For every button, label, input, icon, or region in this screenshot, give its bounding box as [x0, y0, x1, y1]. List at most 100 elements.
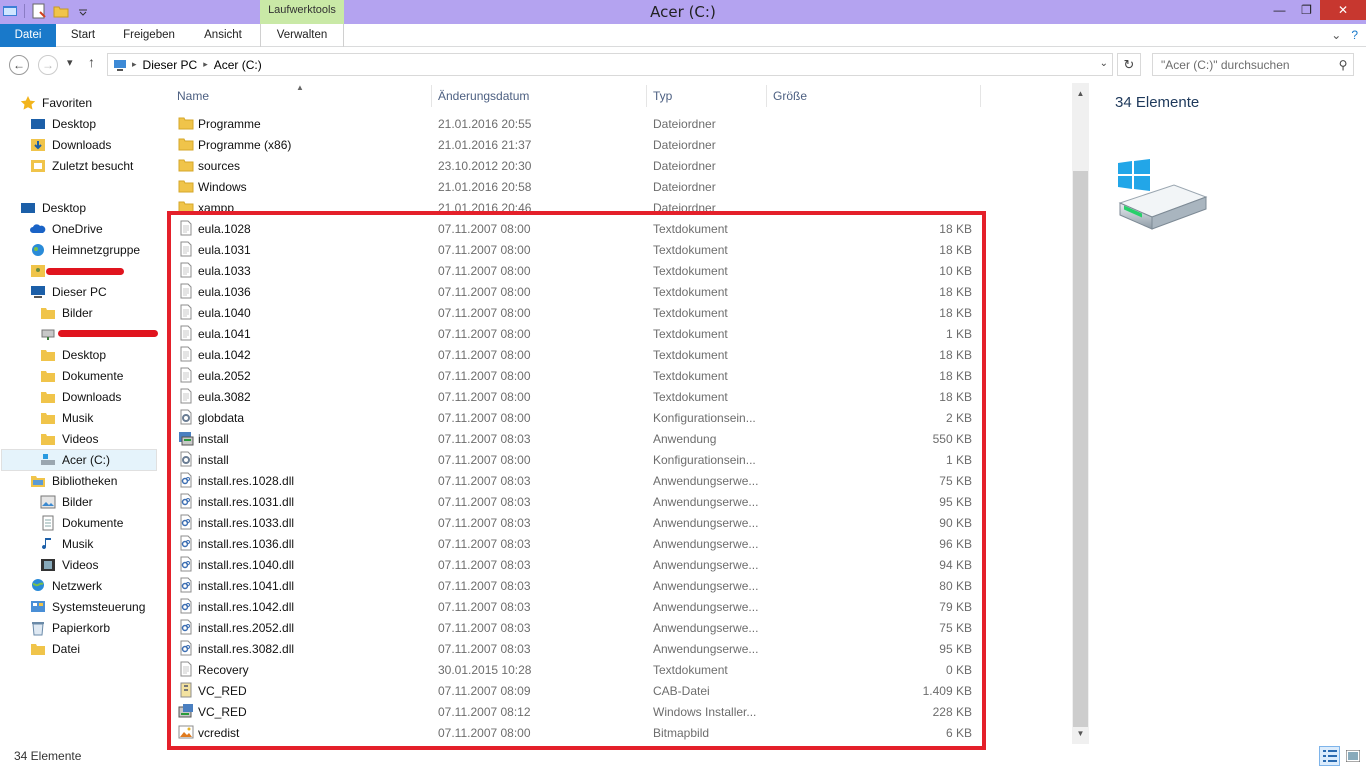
nav-papierkorb[interactable]: Papierkorb — [30, 618, 110, 638]
nav-videos-pc[interactable]: Videos — [40, 429, 98, 449]
file-row[interactable]: eula.3082 07.11.2007 08:00 Textdokument 18 … — [176, 386, 988, 407]
file-row[interactable]: install.res.1036.dll 07.11.2007 08:03 Anwe… — [176, 533, 988, 554]
maximize-button[interactable]: ❐ — [1293, 0, 1320, 20]
search-icon[interactable]: ⚲ — [1333, 58, 1353, 72]
file-row[interactable]: VC_RED 07.11.2007 08:09 CAB-Datei 1.409 KB — [176, 680, 988, 701]
ribbon-expand-icon[interactable]: ⌄ — [1331, 28, 1341, 42]
installer-app-icon — [178, 430, 194, 446]
file-row[interactable]: install.res.2052.dll 07.11.2007 08:03 Anwe… — [176, 617, 988, 638]
file-row[interactable]: install.res.3082.dll 07.11.2007 08:03 Anwe… — [176, 638, 988, 659]
desktop-icon — [30, 116, 46, 132]
tab-freigeben[interactable]: Freigeben — [112, 24, 186, 47]
close-button[interactable]: ✕ — [1320, 0, 1366, 20]
nav-downloads-fav[interactable]: Downloads — [30, 135, 111, 155]
file-row[interactable]: install 07.11.2007 08:03 Anwendung 550 KB — [176, 428, 988, 449]
file-row[interactable]: eula.2052 07.11.2007 08:00 Textdokument 18 … — [176, 365, 988, 386]
file-row[interactable]: VC_RED 07.11.2007 08:12 Windows Installer.… — [176, 701, 988, 722]
file-row[interactable]: install.res.1033.dll 07.11.2007 08:03 Anwe… — [176, 512, 988, 533]
chevron-down-icon[interactable] — [75, 3, 91, 19]
text-file-icon — [178, 220, 194, 236]
nav-musik-pc[interactable]: Musik — [40, 408, 93, 428]
file-type: Textdokument — [653, 347, 728, 362]
file-row[interactable]: sources 23.10.2012 20:30 Dateiordner — [176, 155, 988, 176]
file-row[interactable]: eula.1040 07.11.2007 08:00 Textdokument 18 … — [176, 302, 988, 323]
file-type: Anwendungserwe... — [653, 473, 759, 488]
nav-dokumente-pc[interactable]: Dokumente — [40, 366, 123, 386]
file-row[interactable]: eula.1041 07.11.2007 08:00 Textdokument 1 K… — [176, 323, 988, 344]
file-row[interactable]: Recovery 30.01.2015 10:28 Textdokument 0 KB — [176, 659, 988, 680]
nav-acer-c[interactable]: Acer (C:) — [1, 449, 157, 471]
tab-verwalten[interactable]: Verwalten — [260, 24, 344, 47]
file-row[interactable]: install 07.11.2007 08:00 Konfigurationsein… — [176, 449, 988, 470]
nav-onedrive[interactable]: OneDrive — [30, 219, 103, 239]
search-box[interactable]: ⚲ — [1152, 53, 1354, 76]
recent-locations-button[interactable]: ▾ — [67, 56, 73, 69]
nav-bibliotheken[interactable]: Bibliotheken — [30, 471, 117, 491]
file-row[interactable]: Programme (x86) 21.01.2016 21:37 Dateiordn… — [176, 134, 988, 155]
large-icons-view-button[interactable] — [1342, 746, 1363, 766]
nav-zuletzt-besucht[interactable]: Zuletzt besucht — [30, 156, 133, 176]
file-row[interactable]: eula.1042 07.11.2007 08:00 Textdokument 18 … — [176, 344, 988, 365]
address-dropdown-icon[interactable]: ⌄ — [1100, 58, 1108, 69]
nav-heimnetzgruppe[interactable]: Heimnetzgruppe — [30, 240, 140, 260]
nav-bilder-pc[interactable]: Bilder — [40, 303, 93, 323]
tab-ansicht[interactable]: Ansicht — [192, 24, 254, 47]
nav-dieser-pc[interactable]: Dieser PC — [30, 282, 107, 302]
scroll-up-button[interactable]: ▲ — [1072, 85, 1089, 102]
file-row[interactable]: install.res.1041.dll 07.11.2007 08:03 Anwe… — [176, 575, 988, 596]
breadcrumb-acer-c[interactable]: Acer (C:) — [208, 58, 268, 72]
nav-dokumente-lib[interactable]: Dokumente — [40, 513, 123, 533]
file-row[interactable]: Programme 21.01.2016 20:55 Dateiordner — [176, 113, 988, 134]
refresh-button[interactable]: ↻ — [1117, 53, 1141, 76]
file-row[interactable]: vcredist 07.11.2007 08:00 Bitmapbild 6 KB — [176, 722, 988, 743]
file-date: 07.11.2007 08:12 — [438, 704, 531, 719]
nav-bilder-lib[interactable]: Bilder — [40, 492, 93, 512]
file-row[interactable]: eula.1036 07.11.2007 08:00 Textdokument 18 … — [176, 281, 988, 302]
file-row[interactable]: eula.1033 07.11.2007 08:00 Textdokument 10 … — [176, 260, 988, 281]
folder-icon — [30, 641, 46, 657]
breadcrumb-dieser-pc[interactable]: Dieser PC — [137, 58, 204, 72]
nav-downloads-pc[interactable]: Downloads — [40, 387, 121, 407]
scrollbar-thumb[interactable] — [1073, 171, 1088, 727]
windows-drive-icon — [1118, 159, 1208, 230]
file-row[interactable]: install.res.1028.dll 07.11.2007 08:03 Anwe… — [176, 470, 988, 491]
file-row[interactable]: install.res.1042.dll 07.11.2007 08:03 Anwe… — [176, 596, 988, 617]
nav-favoriten[interactable]: Favoriten — [20, 93, 92, 113]
tab-start[interactable]: Start — [58, 24, 108, 47]
file-row[interactable]: xampp 21.01.2016 20:46 Dateiordner — [176, 197, 988, 218]
back-button[interactable]: ← — [9, 55, 29, 75]
forward-button[interactable]: → — [38, 55, 58, 75]
scroll-down-button[interactable]: ▼ — [1072, 725, 1089, 742]
minimize-button[interactable]: — — [1266, 0, 1293, 20]
file-row[interactable]: eula.1031 07.11.2007 08:00 Textdokument 18 … — [176, 239, 988, 260]
file-type: Textdokument — [653, 263, 728, 278]
nav-desktop-fav[interactable]: Desktop — [30, 114, 96, 134]
nav-systemsteuerung[interactable]: Systemsteuerung — [30, 597, 145, 617]
new-folder-icon[interactable] — [53, 3, 69, 19]
nav-desktop-pc[interactable]: Desktop — [40, 345, 106, 365]
properties-icon[interactable] — [31, 3, 47, 19]
nav-netzwerk[interactable]: Netzwerk — [30, 576, 102, 596]
explorer-icon[interactable] — [2, 3, 18, 19]
file-row[interactable]: Windows 21.01.2016 20:58 Dateiordner — [176, 176, 988, 197]
address-bar[interactable]: ▸ Dieser PC ▸ Acer (C:) ⌄ — [107, 53, 1113, 76]
file-row[interactable]: install.res.1040.dll 07.11.2007 08:03 Anwe… — [176, 554, 988, 575]
details-view-button[interactable] — [1319, 746, 1340, 766]
file-row[interactable]: install.res.1031.dll 07.11.2007 08:03 Anwe… — [176, 491, 988, 512]
nav-desktop-root[interactable]: Desktop — [20, 198, 86, 218]
nav-musik-lib[interactable]: Musik — [40, 534, 93, 554]
file-row[interactable]: globdata 07.11.2007 08:00 Konfigurationsei… — [176, 407, 988, 428]
navigation-bar: ← → ▾ ↑ ▸ Dieser PC ▸ Acer (C:) ⌄ ↻ ⚲ — [0, 47, 1366, 83]
help-icon[interactable]: ? — [1351, 28, 1358, 42]
search-input[interactable] — [1153, 54, 1333, 75]
file-row[interactable]: eula.1028 07.11.2007 08:00 Textdokument 18 … — [176, 218, 988, 239]
dll-file-icon — [178, 640, 194, 656]
nav-datei[interactable]: Datei — [30, 639, 80, 659]
nav-videos-lib[interactable]: Videos — [40, 555, 98, 575]
vertical-scrollbar[interactable]: ▲ ▼ — [1072, 83, 1089, 744]
up-button[interactable]: ↑ — [88, 54, 95, 70]
file-size: 95 KB — [939, 641, 972, 656]
file-name: vcredist — [198, 725, 240, 740]
nav-label: Musik — [62, 411, 94, 425]
tab-datei[interactable]: Datei — [0, 24, 56, 47]
